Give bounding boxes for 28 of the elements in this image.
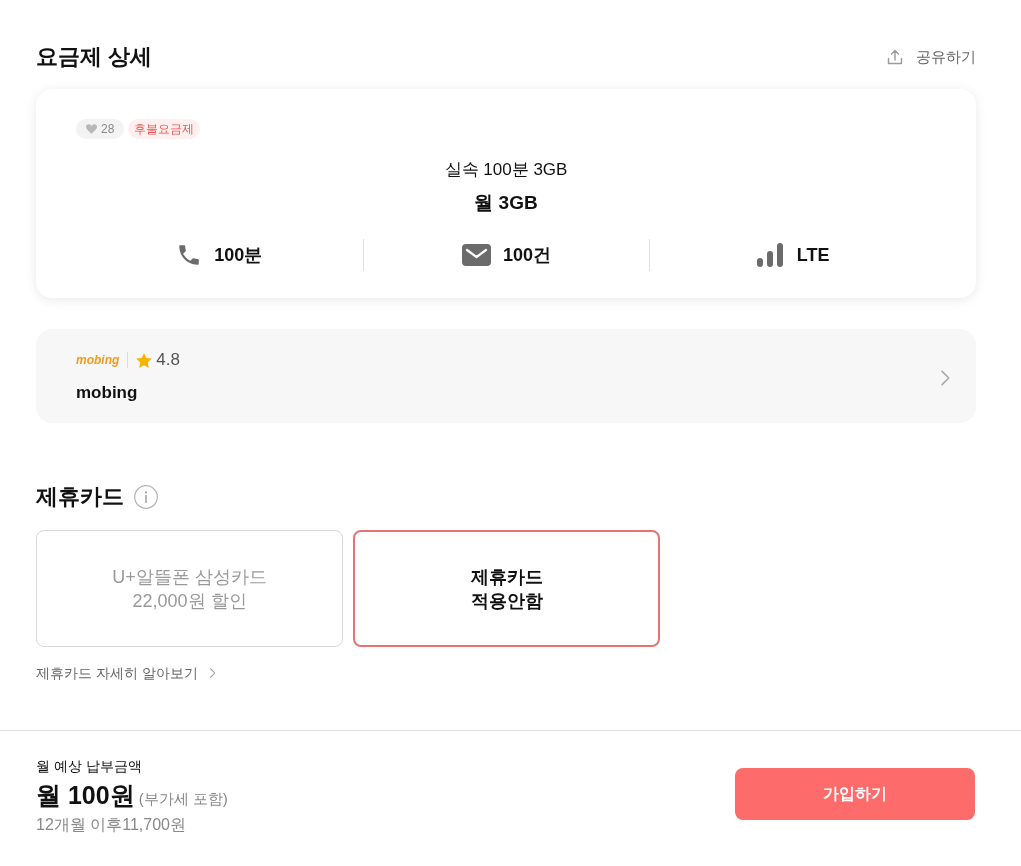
section-title: 제휴카드 (36, 483, 124, 511)
more-link[interactable]: 제휴카드 자세히 알아보기 (36, 663, 216, 683)
card-option[interactable]: 제휴카드 적용안함 (353, 530, 660, 647)
chevron-right-icon (209, 668, 216, 678)
star-icon (136, 352, 153, 368)
signal-bars-icon (756, 243, 785, 267)
heart-icon (86, 124, 97, 134)
provider-card[interactable]: mobing 4.8 mobing (36, 329, 976, 423)
feature-label: LTE (796, 243, 830, 267)
chevron-right-icon (941, 369, 950, 386)
share-icon (886, 48, 904, 66)
provider-logo: mobing (76, 352, 120, 368)
vat-note: (부가세 포함) (138, 789, 228, 809)
page-title: 요금제 상세 (36, 43, 153, 71)
envelope-icon (461, 244, 491, 266)
plan-name: 실속 100분 3GB (443, 159, 569, 181)
plan-data-summary: 월 3GB (473, 191, 539, 215)
price-label: 월 예상 납부금액 (36, 757, 143, 776)
provider-name: mobing (76, 382, 139, 404)
provider-rating: 4.8 (156, 349, 180, 372)
feature-label: 100건 (502, 243, 551, 267)
monthly-price: 월 100원 (36, 780, 135, 811)
like-count: 28 (101, 121, 115, 138)
plan-tag: 후불요금제 (128, 119, 201, 139)
feature-label: 100분 (214, 243, 263, 267)
info-icon[interactable] (134, 485, 158, 509)
share-button[interactable]: 공유하기 (886, 45, 976, 69)
after-price-note: 12개월 이후11,700원 (36, 815, 187, 835)
